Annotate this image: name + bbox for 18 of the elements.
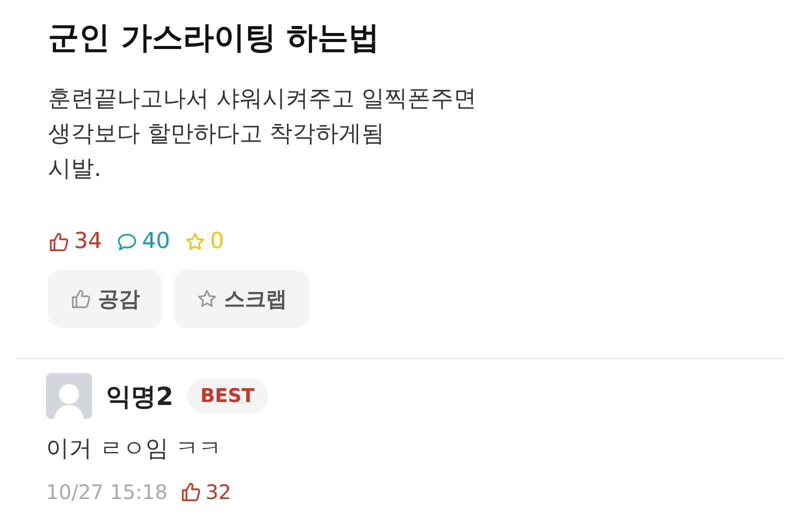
best-badge: BEST (187, 379, 268, 413)
star-icon (184, 230, 206, 252)
post-title: 군인 가스라이팅 하는법 (48, 19, 381, 58)
like-count: 34 (74, 229, 102, 254)
scrap-button[interactable]: 스크랩 (174, 270, 309, 328)
comment-author: 익명2 (106, 380, 174, 412)
thumbs-up-icon (48, 230, 70, 252)
thumbs-up-icon (180, 481, 202, 503)
comment-like-count: 32 (206, 480, 232, 504)
avatar-icon (46, 373, 92, 419)
like-button[interactable]: 공감 (48, 270, 162, 328)
comment-time: 10/27 15:18 (46, 480, 168, 504)
post-body: 훈련끝나고나서 샤워시켜주고 일찍폰주면 생각보다 할만하다고 착각하게됨 시발. (48, 85, 478, 184)
star-icon (196, 288, 218, 310)
comment-text: 이거 ㄹㅇ임 ㅋㅋ (46, 435, 223, 464)
thumbs-up-icon (70, 288, 92, 310)
scrap-count: 0 (210, 229, 224, 254)
comment-count: 40 (142, 229, 170, 254)
